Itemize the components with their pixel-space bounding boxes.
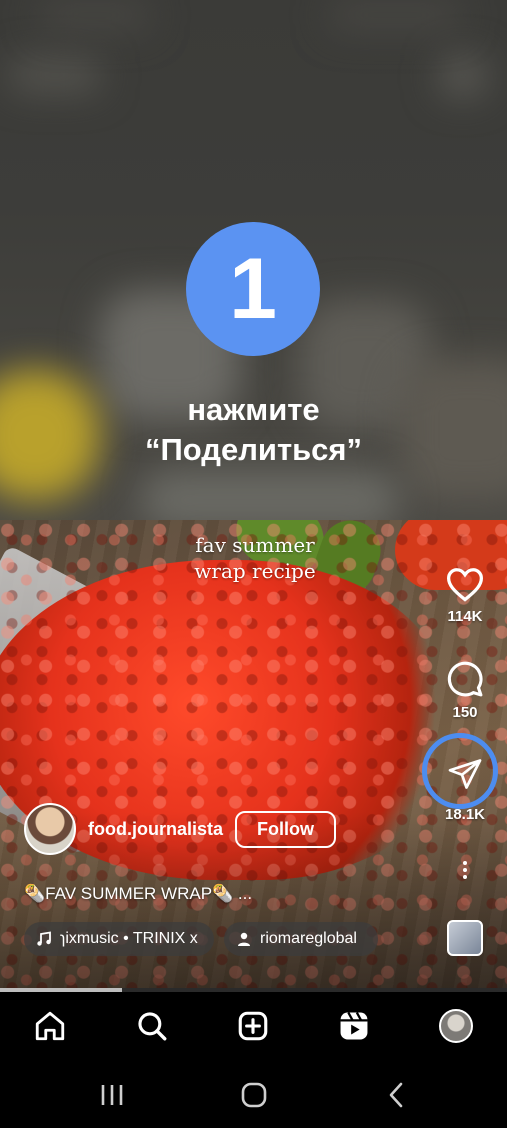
caption-line-2: wrap recipe [194,559,316,583]
system-navigation-bar [0,1060,507,1128]
caption-line-1: fav summer [195,533,315,557]
comment-button[interactable]: 150 [440,660,490,721]
home-icon [35,1011,65,1041]
tutorial-instruction: нажмите “Поделиться” [0,390,507,470]
video-overlay-caption: fav summer wrap recipe [150,532,360,584]
sys-recents-button[interactable] [92,1080,132,1110]
more-options-button[interactable] [455,858,475,888]
more-vertical-icon [455,861,475,879]
nav-profile-button[interactable] [438,1008,474,1044]
music-label: ɿixmusic • TRINIX x [60,930,198,947]
music-chip[interactable]: ɿixmusic • TRINIX x [24,922,214,956]
reel-video[interactable]: fav summer wrap recipe 114K 150 18.1K fo… [0,520,507,992]
blurred-background: 1 нажмите “Поделиться” [0,0,507,520]
share-count: 18.1K [444,806,486,823]
instruction-line-2: “Поделиться” [144,432,363,467]
back-chevron-icon [389,1082,403,1108]
author-row: food.journalista Follow [24,803,336,855]
author-username[interactable]: food.journalista [88,819,223,840]
home-circle-icon [241,1082,267,1108]
paper-plane-icon [448,759,482,789]
nav-search-button[interactable] [134,1008,170,1044]
screen: 1 нажмите “Поделиться” fav summer wrap r… [0,0,507,1128]
share-button[interactable]: 18.1K [435,756,495,823]
person-icon [238,932,250,946]
plus-square-icon [238,1011,268,1041]
recents-icon [101,1085,123,1105]
audio-thumbnail[interactable] [447,920,483,956]
like-button[interactable]: 114K [440,566,490,625]
follow-button[interactable]: Follow [235,810,336,848]
step-number: 1 [229,240,277,337]
bottom-navigation [0,992,507,1060]
music-note-icon [37,931,51,946]
search-icon [138,1012,167,1041]
sys-home-button[interactable] [234,1080,274,1110]
sys-back-button[interactable] [376,1080,416,1110]
comment-count: 150 [452,704,478,721]
reel-description[interactable]: 🌯FAV SUMMER WRAP🌯 ... [24,884,252,904]
profile-avatar [439,1009,473,1043]
tagged-user-chip[interactable]: riomareglobal [224,922,378,956]
step-number-badge: 1 [186,222,320,356]
reels-icon [340,1011,368,1040]
author-avatar[interactable] [24,803,76,855]
nav-home-button[interactable] [32,1008,68,1044]
instruction-line-1: нажмите [187,392,320,427]
tagged-user-name: riomareglobal [260,930,357,947]
comment-icon [447,661,483,697]
heart-icon [446,568,484,602]
nav-create-button[interactable] [235,1008,271,1044]
nav-reels-button[interactable] [336,1008,372,1044]
like-count: 114K [447,608,483,625]
